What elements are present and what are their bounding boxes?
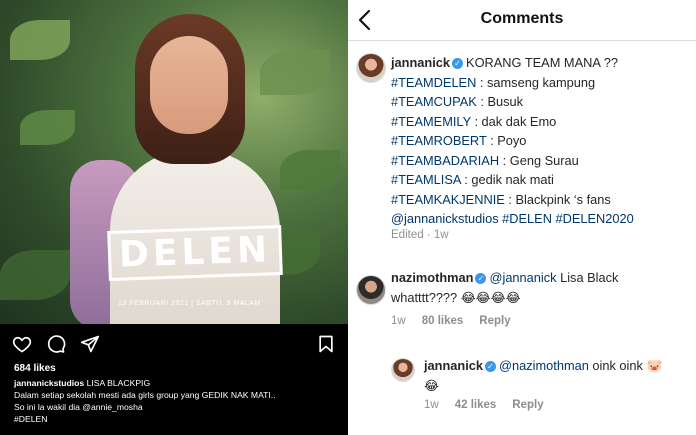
team-line: #TEAMROBERT : Poyo xyxy=(391,131,691,151)
comment-icon[interactable] xyxy=(46,334,66,354)
comments-header: Comments xyxy=(348,0,696,40)
post-caption: jannanickstudios LISA BLACKPIG Dalam set… xyxy=(14,377,344,425)
laughing-emoji-icon: 😂😂😂😂 xyxy=(460,289,521,305)
comments-title: Comments xyxy=(480,10,564,27)
team-line: #TEAMEMILY : dak dak Emo xyxy=(391,112,691,132)
hashtag-link[interactable]: #TEAMEMILY xyxy=(391,114,471,129)
leaf-shape xyxy=(20,110,75,145)
team-desc: : dak dak Emo xyxy=(470,113,557,129)
reply-meta: 1w 80 likes Reply xyxy=(391,315,527,327)
leaf-shape xyxy=(0,250,70,300)
reply-comment: nazimothman ✓ @jannanick Lisa Black whattt… xyxy=(391,268,691,307)
bookmark-icon[interactable] xyxy=(316,334,336,354)
hashtag-link[interactable]: #TEAMBADARIAH xyxy=(391,153,499,168)
leaf-shape xyxy=(260,50,330,95)
team-desc: : gedik nak mati xyxy=(460,172,554,187)
hashtag-link[interactable]: #TEAMKAKJENNIE xyxy=(391,192,505,207)
header-divider xyxy=(348,40,696,41)
main-comment-meta: Edited · 1w xyxy=(391,229,465,241)
leaf-shape xyxy=(10,20,70,60)
reply-line: nazimothman ✓ @jannanick Lisa Black xyxy=(391,268,691,288)
reply-line: whatttt???? 😂😂😂😂 xyxy=(391,288,691,308)
caption-username[interactable]: jannanickstudios xyxy=(14,378,84,388)
comment-text: KORANG TEAM MANA ?? xyxy=(466,55,618,70)
post-image[interactable]: DELEN 13 FEBRUARI 2021 | SABTU, 9 MALAM xyxy=(0,0,348,324)
comment-text: Lisa Black xyxy=(556,270,619,285)
caption-line: So ini la wakil dia @annie_mosha xyxy=(14,402,143,412)
avatar[interactable] xyxy=(356,275,386,305)
team-line: #TEAMKAKJENNIE : Blackpink ‘s fans xyxy=(391,190,691,210)
avatar[interactable] xyxy=(356,53,386,83)
reply-button[interactable]: Reply xyxy=(512,399,543,411)
team-line: #TEAMLISA : gedik nak mati xyxy=(391,170,691,190)
avatar[interactable] xyxy=(391,358,415,382)
team-line: #TEAMCUPAK : Busuk xyxy=(391,92,691,112)
person-face xyxy=(150,36,228,134)
post-action-bar xyxy=(0,326,348,362)
comment-username[interactable]: nazimothman xyxy=(391,270,473,285)
comment-first-line: jannanick ✓ KORANG TEAM MANA ?? xyxy=(391,53,691,73)
team-line: #TEAMBADARIAH : Geng Surau xyxy=(391,151,691,171)
team-desc: : Blackpink ‘s fans xyxy=(504,191,611,207)
hashtag-link[interactable]: #TEAMDELEN xyxy=(391,75,476,90)
reply-button[interactable]: Reply xyxy=(479,315,510,327)
comment-time: 1w xyxy=(433,229,449,241)
edited-label: Edited xyxy=(391,229,424,241)
caption-first-text: LISA BLACKPIG xyxy=(86,378,151,388)
likes-count[interactable]: 684 likes xyxy=(14,363,56,374)
meta-separator: · xyxy=(423,229,434,241)
delen-logo: DELEN xyxy=(107,224,283,282)
main-comment: jannanick ✓ KORANG TEAM MANA ?? #TEAMDELEN… xyxy=(391,53,691,229)
team-desc: : Geng Surau xyxy=(499,152,579,168)
laughing-emoji-icon: 😂 xyxy=(424,377,439,393)
comment-text: whatttt???? xyxy=(391,289,461,305)
reply-comment: jannanick ✓ @nazimothman oink oink 🐷 😂 xyxy=(424,356,692,395)
comment-text: oink oink xyxy=(588,358,647,373)
hashtag-link[interactable]: #TEAMLISA xyxy=(391,172,461,187)
comment-time: 1w xyxy=(391,315,406,327)
heart-icon[interactable] xyxy=(12,334,32,354)
show-title-block: DELEN xyxy=(107,224,283,282)
likes-link[interactable]: 80 likes xyxy=(422,315,464,327)
hashtag-link[interactable]: #TEAMROBERT xyxy=(391,133,487,148)
caption-first-line: jannanickstudios LISA BLACKPIG xyxy=(14,377,344,389)
instagram-post-panel: DELEN 13 FEBRUARI 2021 | SABTU, 9 MALAM … xyxy=(0,0,348,435)
comment-username[interactable]: jannanick xyxy=(424,358,483,373)
leaf-shape xyxy=(280,150,340,190)
team-line: #TEAMDELEN : samseng kampung xyxy=(391,73,691,93)
hashtag-link[interactable]: #TEAMCUPAK xyxy=(391,94,477,109)
air-date-text: 13 FEBRUARI 2021 | SABTU, 9 MALAM xyxy=(118,300,261,307)
caption-line: Dalam setiap sekolah mesti ada girls gro… xyxy=(14,390,276,400)
verified-badge-icon: ✓ xyxy=(475,273,487,284)
team-desc: : Poyo xyxy=(486,133,527,148)
comments-panel: Comments jannanick ✓ KORANG TEAM MANA ?? #… xyxy=(348,0,696,435)
reply-line: 😂 xyxy=(424,376,692,396)
caption-line: #DELEN xyxy=(14,414,48,424)
comment-time: 1w xyxy=(424,399,439,411)
mention-link[interactable]: @jannanick xyxy=(489,270,556,285)
pig-emoji-icon: 🐷 xyxy=(646,358,663,373)
likes-link[interactable]: 42 likes xyxy=(455,399,497,411)
mentions-hashtags-line[interactable]: @jannanickstudios #DELEN #DELEN2020 xyxy=(391,209,691,229)
verified-badge-icon: ✓ xyxy=(452,58,464,69)
mention-link[interactable]: @nazimothman xyxy=(499,358,589,373)
team-desc: : samseng kampung xyxy=(476,74,596,90)
verified-badge-icon: ✓ xyxy=(485,361,497,372)
comment-username[interactable]: jannanick xyxy=(391,55,450,70)
team-desc: : Busuk xyxy=(476,94,524,109)
reply-meta: 1w 42 likes Reply xyxy=(424,399,560,411)
share-icon[interactable] xyxy=(80,334,100,354)
reply-line: jannanick ✓ @nazimothman oink oink 🐷 xyxy=(424,356,692,376)
